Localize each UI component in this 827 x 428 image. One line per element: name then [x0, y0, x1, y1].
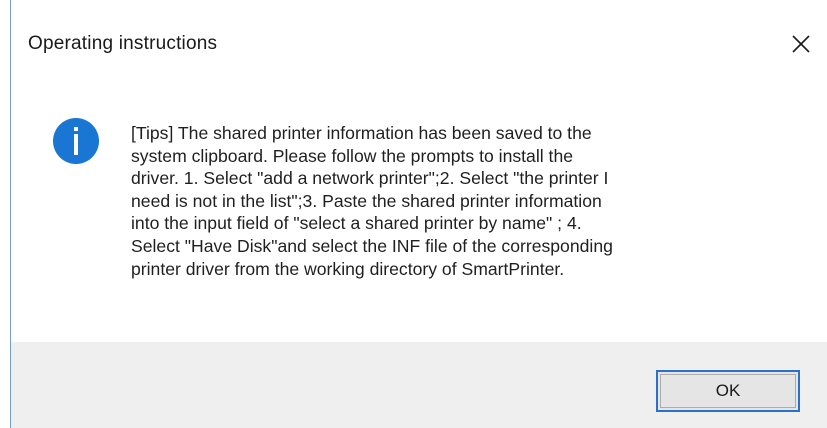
operating-instructions-dialog: Operating instructions [Tips] The shared…: [10, 0, 827, 428]
close-icon: [792, 35, 810, 53]
ok-button-label: OK: [715, 381, 741, 400]
dialog-footer: OK: [11, 342, 827, 428]
ok-button[interactable]: OK: [656, 370, 800, 412]
close-button[interactable]: [781, 24, 821, 64]
info-icon: [53, 118, 99, 164]
dialog-title: Operating instructions: [28, 33, 218, 54]
dialog-message: [Tips] The shared printer information ha…: [131, 123, 613, 279]
dialog-titlebar: Operating instructions: [11, 0, 827, 86]
dialog-content: [Tips] The shared printer information ha…: [11, 86, 827, 342]
